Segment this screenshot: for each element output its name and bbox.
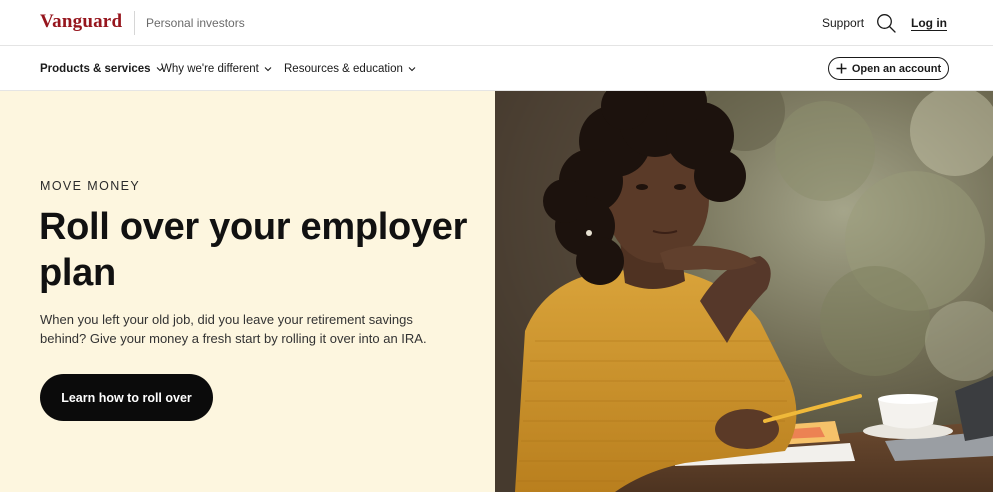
main-nav: Products & services Why we're different …	[0, 46, 993, 91]
learn-rollover-button[interactable]: Learn how to roll over	[40, 374, 213, 421]
hero-panel: MOVE MONEY Roll over your employer plan …	[0, 91, 495, 492]
open-account-label: Open an account	[851, 62, 942, 75]
plus-icon	[836, 63, 847, 74]
open-account-button[interactable]: Open an account	[828, 57, 949, 80]
login-link[interactable]: Log in	[911, 16, 947, 30]
nav-resources-education[interactable]: Resources & education	[284, 63, 416, 75]
nav-products-services[interactable]: Products & services	[40, 63, 164, 75]
top-header: Vanguard Personal investors Support Log …	[0, 0, 993, 46]
chevron-down-icon	[408, 67, 416, 72]
hero-body: When you left your old job, did you leav…	[40, 312, 427, 346]
nav-label: Resources & education	[284, 63, 403, 75]
logo-divider	[134, 11, 135, 35]
hero-photo	[495, 91, 993, 492]
segment-label[interactable]: Personal investors	[146, 16, 245, 30]
hero-eyebrow: MOVE MONEY	[40, 179, 141, 193]
nav-label: Products & services	[40, 63, 151, 75]
vanguard-logo[interactable]: Vanguard	[40, 11, 122, 33]
search-icon[interactable]	[876, 13, 896, 33]
support-link[interactable]: Support	[822, 16, 864, 30]
hero-title: Roll over your employer plan	[39, 206, 468, 294]
chevron-down-icon	[264, 67, 272, 72]
nav-why-different[interactable]: Why we're different	[161, 63, 272, 75]
nav-label: Why we're different	[161, 63, 259, 75]
